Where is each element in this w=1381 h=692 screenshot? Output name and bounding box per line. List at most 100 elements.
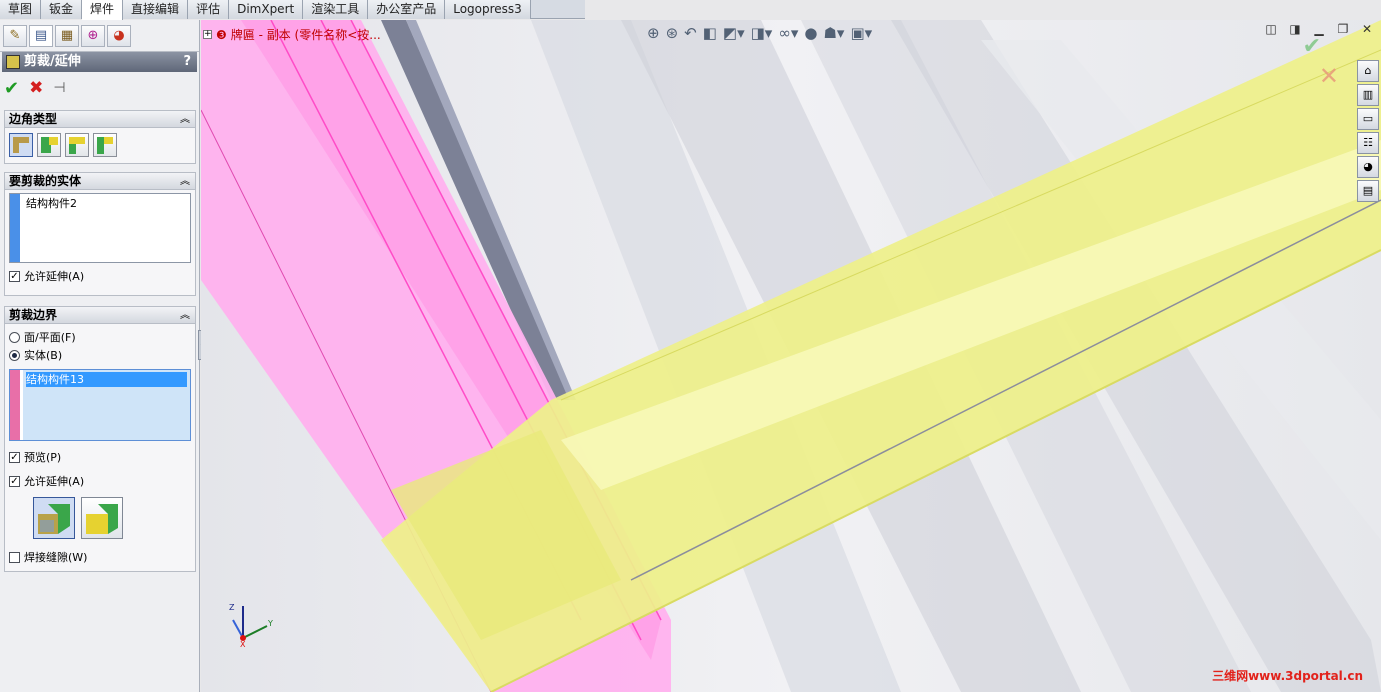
collapse-icon[interactable]: ︽ — [180, 173, 190, 190]
tab-direct-editing[interactable]: 直接编辑 — [123, 0, 189, 19]
list-item[interactable]: 结构构件13 — [26, 372, 187, 387]
feature-tree-icon: ✎ — [9, 28, 21, 43]
zoom-area-icon[interactable]: ⊛ — [666, 24, 679, 42]
feature-tree-flyout[interactable]: + ❸ 牌匾 - 副本 (零件名称<按... — [203, 26, 381, 43]
checkbox-checked[interactable]: ✓ — [9, 270, 20, 282]
help-button[interactable]: ? — [183, 52, 191, 72]
svg-text:X: X — [240, 640, 246, 648]
svg-text:Z: Z — [229, 603, 235, 612]
body-trim-icon — [86, 504, 118, 534]
crosshair-icon: ⊕ — [87, 28, 99, 43]
face-plane-label: 面/平面(F) — [24, 331, 76, 344]
hide-show-icon[interactable]: ∞▾ — [778, 24, 798, 42]
view-orientation-icon[interactable]: ◩▾ — [723, 24, 745, 42]
custom-properties-icon[interactable]: ▤ — [1357, 180, 1379, 202]
tab-weldments[interactable]: 焊件 — [82, 0, 124, 20]
model-canvas[interactable] — [201, 20, 1381, 692]
view-palette-icon[interactable]: ☷ — [1357, 132, 1379, 154]
tab-logopress3[interactable]: Logopress3 — [445, 0, 531, 19]
confirmation-corner-cancel-icon[interactable]: ✕ — [1319, 62, 1339, 90]
restore-panel-icon-2[interactable]: ◨ — [1287, 22, 1303, 38]
radio-off[interactable] — [9, 331, 20, 343]
list-item[interactable]: 结构构件2 — [26, 196, 187, 211]
feature-title: 剪裁/延伸 — [24, 54, 81, 69]
corner-type-header[interactable]: 边角类型 ︽ — [5, 111, 195, 128]
color-wheel-icon: ◕ — [113, 28, 125, 43]
selection-color-bar — [10, 194, 20, 262]
edit-appearance-icon[interactable]: ● — [804, 24, 817, 42]
weld-gap-label: 焊接缝隙(W) — [24, 551, 88, 564]
expand-icon[interactable]: + — [203, 30, 212, 39]
end-butt2-button[interactable] — [93, 133, 117, 157]
zoom-to-fit-icon[interactable]: ⊕ — [647, 24, 660, 42]
part-icon: ❸ — [216, 27, 227, 42]
command-manager-tabs: 草图 钣金 焊件 直接编辑 评估 DimXpert 渲染工具 办公室产品 Log… — [0, 0, 585, 20]
end-trim-button[interactable] — [9, 133, 33, 157]
trimming-boundary-list[interactable]: 结构构件13 — [9, 369, 191, 441]
corner-type-buttons — [5, 128, 195, 162]
planar-trim-button[interactable] — [33, 497, 75, 539]
design-library-icon[interactable]: ▥ — [1357, 84, 1379, 106]
appearances-icon[interactable]: ◕ — [1357, 156, 1379, 178]
allow-extend-checkbox[interactable]: ✓ 允许延伸(A) — [9, 268, 191, 284]
preview-label: 预览(P) — [24, 451, 62, 464]
tab-dimxpert[interactable]: DimXpert — [229, 0, 304, 19]
radio-on[interactable] — [9, 349, 20, 361]
display-style-icon[interactable]: ◨▾ — [751, 24, 773, 42]
checkbox-checked[interactable]: ✓ — [9, 451, 20, 463]
tab-sketch[interactable]: 草图 — [0, 0, 42, 19]
checkbox-unchecked[interactable] — [9, 551, 20, 563]
collapse-icon[interactable]: ︽ — [180, 111, 190, 128]
property-icon: ▤ — [34, 28, 48, 43]
apply-scene-icon[interactable]: ☗▾ — [823, 24, 844, 42]
confirmation-corner-ok-icon[interactable]: ✔ — [1303, 34, 1321, 59]
dimxpert-manager-tab[interactable]: ⊕ — [81, 24, 105, 47]
file-explorer-icon[interactable]: ▭ — [1357, 108, 1379, 130]
end-butt1-button[interactable] — [65, 133, 89, 157]
configuration-manager-tab[interactable]: ▦ — [55, 24, 79, 47]
corner-type-group: 边角类型 ︽ — [4, 110, 196, 164]
view-settings-icon[interactable]: ▣▾ — [850, 24, 872, 42]
checkbox-checked[interactable]: ✓ — [9, 475, 20, 487]
ok-check-icon[interactable]: ✔ — [4, 78, 19, 99]
graphics-viewport[interactable]: + ❸ 牌匾 - 副本 (零件名称<按... ⊕ ⊛ ↶ ◧ ◩▾ ◨▾ ∞▾ … — [201, 20, 1381, 692]
tab-evaluate[interactable]: 评估 — [188, 0, 230, 19]
tab-render-tools[interactable]: 渲染工具 — [303, 0, 369, 19]
close-icon[interactable]: ✕ — [1359, 22, 1375, 38]
trimming-boundary-header[interactable]: 剪裁边界 ︽ — [5, 307, 195, 324]
preview-checkbox[interactable]: ✓ 预览(P) — [9, 449, 191, 465]
feature-manager-tab[interactable]: ✎ — [3, 24, 27, 47]
allow-extend-label: 允许延伸(A) — [24, 270, 85, 283]
weld-gap-checkbox[interactable]: 焊接缝隙(W) — [9, 549, 191, 565]
body-trim-button[interactable] — [81, 497, 123, 539]
previous-view-icon[interactable]: ↶ — [684, 24, 697, 42]
confirm-row: ✔ ✖ ⊣ — [4, 78, 66, 99]
end-miter-button[interactable] — [37, 133, 61, 157]
bodies-to-trim-group: 要剪裁的实体 ︽ 结构构件2 ✓ 允许延伸(A) — [4, 172, 196, 296]
heads-up-view-toolbar: ⊕ ⊛ ↶ ◧ ◩▾ ◨▾ ∞▾ ● ☗▾ ▣▾ — [647, 22, 872, 44]
planar-trim-icon — [38, 504, 70, 534]
part-name[interactable]: 牌匾 - 副本 (零件名称<按... — [231, 26, 381, 43]
property-manager-panel: ✎ ▤ ▦ ⊕ ◕ 剪裁/延伸 ? ✔ ✖ ⊣ 边角类型 ︽ 要剪裁的实体 ︽ … — [0, 20, 206, 692]
bodies-to-trim-list[interactable]: 结构构件2 — [9, 193, 191, 263]
collapse-icon[interactable]: ︽ — [180, 307, 190, 324]
task-pane-tabs: ⌂ ▥ ▭ ☷ ◕ ▤ — [1357, 60, 1381, 202]
tab-sheet-metal[interactable]: 钣金 — [41, 0, 83, 19]
bodies-radio[interactable]: 实体(B) — [9, 347, 191, 363]
property-manager-tab[interactable]: ▤ — [29, 24, 53, 47]
allow-extend-checkbox[interactable]: ✓ 允许延伸(A) — [9, 473, 191, 489]
pushpin-icon[interactable]: ⊣ — [53, 80, 65, 96]
restore-panel-icon[interactable]: ◫ — [1263, 22, 1279, 38]
face-plane-radio[interactable]: 面/平面(F) — [9, 329, 191, 345]
cancel-x-icon[interactable]: ✖ — [29, 78, 43, 98]
restore-icon[interactable]: ❐ — [1335, 22, 1351, 38]
property-manager-title: 剪裁/延伸 ? — [2, 52, 197, 72]
configuration-icon: ▦ — [60, 28, 74, 43]
home-icon[interactable]: ⌂ — [1357, 60, 1379, 82]
selection-color-bar — [10, 370, 20, 440]
section-view-icon[interactable]: ◧ — [703, 24, 717, 42]
bodies-to-trim-header[interactable]: 要剪裁的实体 ︽ — [5, 173, 195, 190]
tab-office-products[interactable]: 办公室产品 — [368, 0, 446, 19]
display-manager-tab[interactable]: ◕ — [107, 24, 131, 47]
trim-extend-icon — [6, 55, 20, 69]
